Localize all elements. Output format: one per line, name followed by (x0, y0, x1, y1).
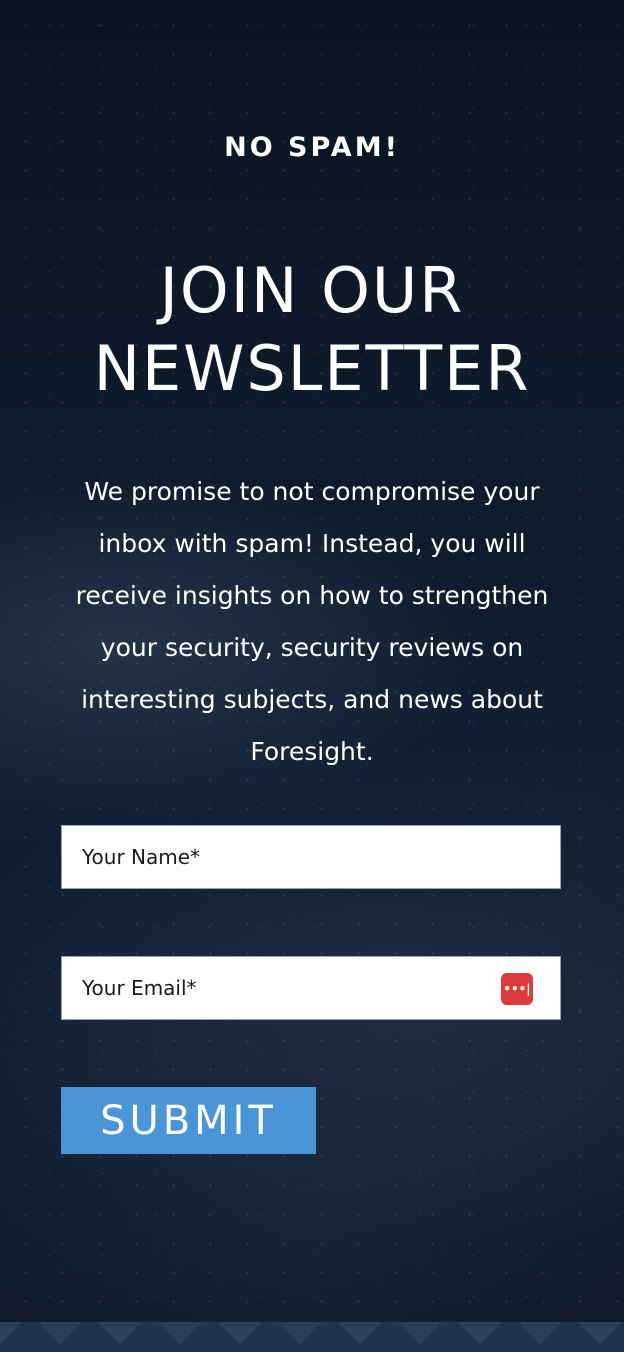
newsletter-description: We promise to not compromise your inbox … (75, 477, 549, 766)
name-field-wrapper (61, 825, 561, 889)
footer-strip (0, 1322, 624, 1352)
email-field-wrapper: •••| (61, 956, 561, 1020)
newsletter-section: NO SPAM! JOIN OUR NEWSLETTER We promise … (0, 0, 624, 1322)
email-input[interactable] (62, 957, 560, 1019)
password-manager-icon[interactable]: •••| (501, 973, 533, 1005)
name-input[interactable] (62, 826, 560, 888)
eyebrow-text: NO SPAM! (224, 132, 400, 163)
submit-button[interactable]: SUBMIT (61, 1087, 316, 1154)
page-title: JOIN OUR NEWSLETTER (93, 254, 531, 405)
